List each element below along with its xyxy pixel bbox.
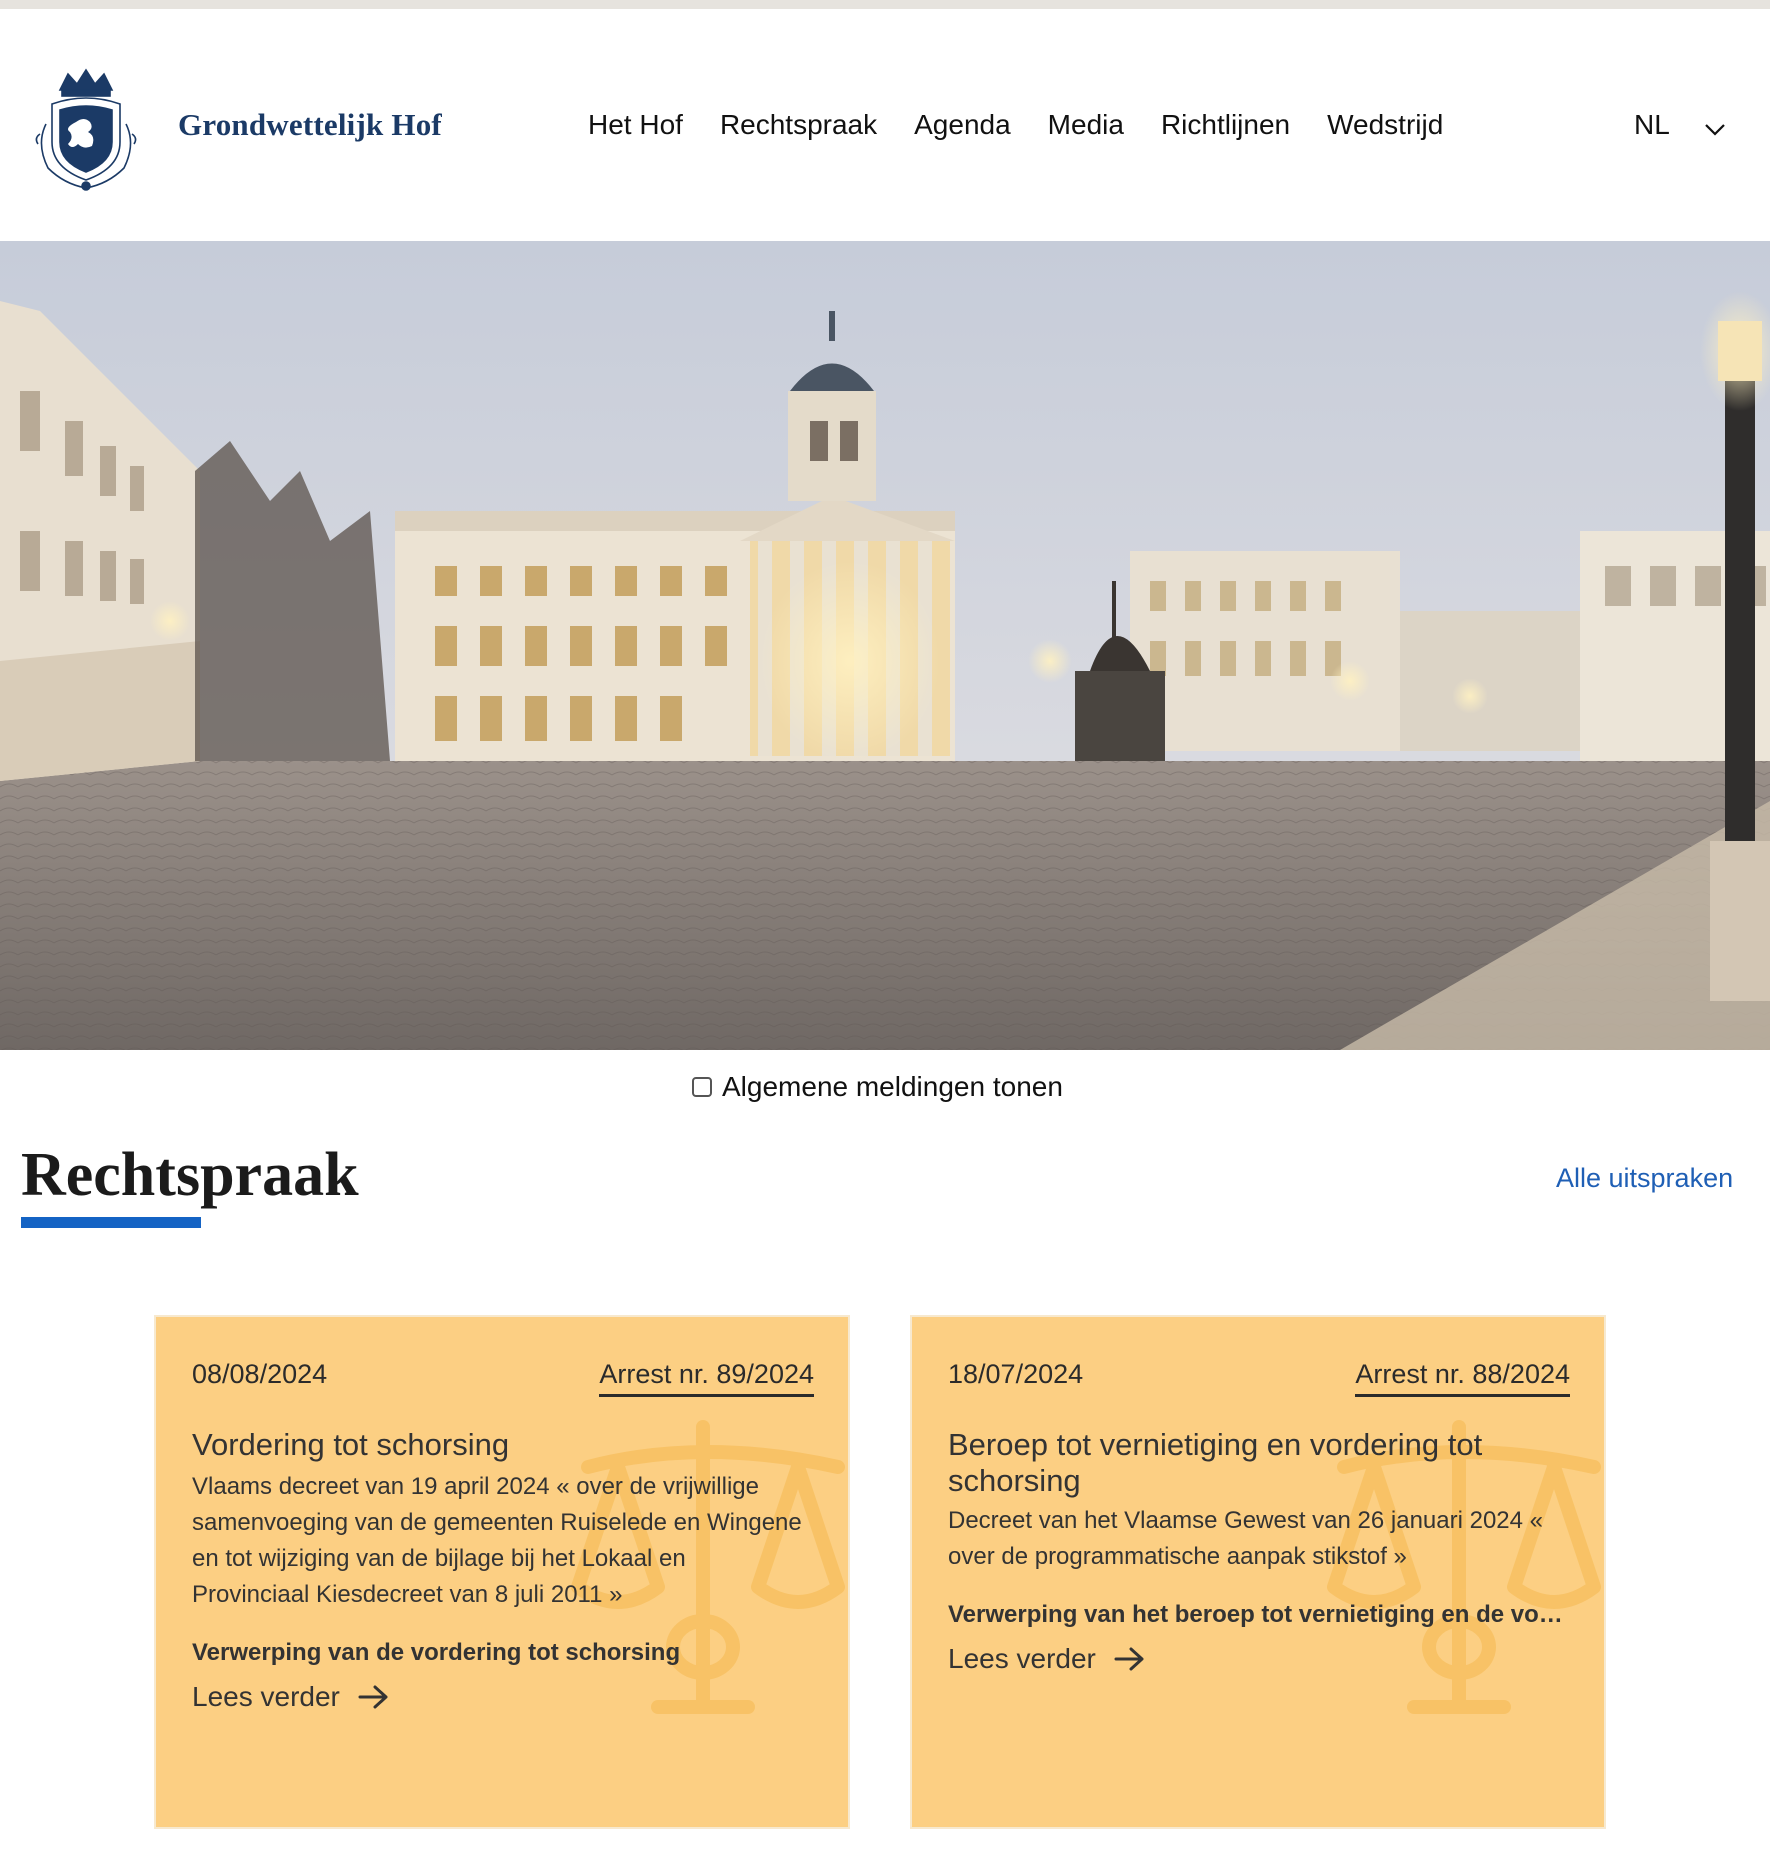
ruling-result: Verwerping van de vordering tot schorsin… — [192, 1639, 681, 1666]
section-title-underline — [21, 1217, 201, 1228]
ruling-card[interactable]: 18/07/2024 Arrest nr. 88/2024 Beroep tot… — [910, 1315, 1606, 1829]
browser-top-border — [0, 0, 1770, 9]
ruling-number-link[interactable]: Arrest nr. 88/2024 — [1355, 1359, 1570, 1397]
nav-item-agenda[interactable]: Agenda — [914, 109, 1011, 141]
site-name[interactable]: Grondwettelijk Hof — [178, 107, 442, 143]
nav-item-media[interactable]: Media — [1048, 109, 1124, 141]
nav-item-rechtspraak[interactable]: Rechtspraak — [720, 109, 877, 141]
ruling-title: Beroep tot vernietiging en vordering tot… — [948, 1427, 1483, 1498]
notices-toggle: Algemene meldingen tonen — [692, 1071, 1063, 1103]
ruling-number-link[interactable]: Arrest nr. 89/2024 — [599, 1359, 814, 1397]
arrow-right-icon[interactable] — [358, 1684, 390, 1710]
ruling-description: Vlaams decreet van 19 april 2024 « over … — [192, 1473, 802, 1608]
notices-label[interactable]: Algemene meldingen tonen — [722, 1071, 1063, 1103]
notices-checkbox[interactable] — [692, 1077, 712, 1097]
ruling-description: Decreet van het Vlaamse Gewest van 26 ja… — [948, 1507, 1544, 1570]
read-more-label[interactable]: Lees verder — [948, 1643, 1096, 1675]
main-nav: Het Hof Rechtspraak Agenda Media Richtli… — [588, 109, 1480, 141]
language-selector[interactable]: NL — [1634, 109, 1670, 141]
all-rulings-link[interactable]: Alle uitspraken — [1556, 1163, 1733, 1194]
nav-item-richtlijnen[interactable]: Richtlijnen — [1161, 109, 1290, 141]
ruling-date: 08/08/2024 — [192, 1359, 328, 1389]
site-header: Grondwettelijk Hof Het Hof Rechtspraak A… — [0, 9, 1770, 241]
read-more-link[interactable]: Lees verder — [948, 1643, 1146, 1675]
coat-of-arms-logo[interactable] — [30, 64, 142, 192]
ruling-title: Vordering tot schorsing — [192, 1427, 510, 1462]
nav-item-wedstrijd[interactable]: Wedstrijd — [1327, 109, 1443, 141]
chevron-down-icon[interactable] — [1704, 123, 1726, 137]
read-more-label[interactable]: Lees verder — [192, 1681, 340, 1713]
arrow-right-icon[interactable] — [1114, 1646, 1146, 1672]
nav-item-het-hof[interactable]: Het Hof — [588, 109, 683, 141]
hero-image — [0, 241, 1770, 1050]
section-title: Rechtspraak — [21, 1141, 359, 1209]
ruling-result: Verwerping van het beroep tot vernietigi… — [948, 1601, 1568, 1628]
ruling-card[interactable]: 08/08/2024 Arrest nr. 89/2024 Vordering … — [154, 1315, 850, 1829]
ruling-date: 18/07/2024 — [948, 1359, 1084, 1389]
read-more-link[interactable]: Lees verder — [192, 1681, 390, 1713]
